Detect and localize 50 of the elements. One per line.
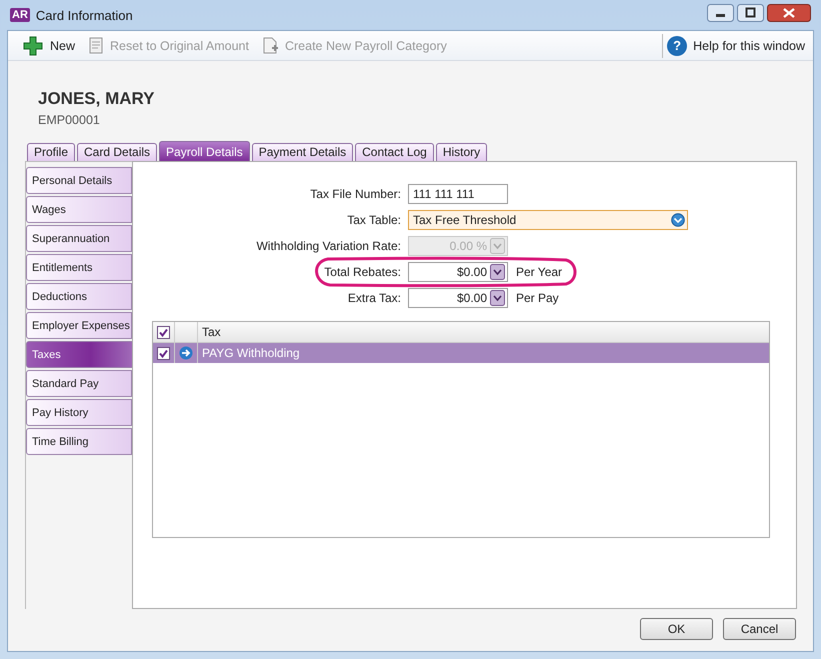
side-tab[interactable]: Standard Pay (26, 370, 132, 397)
field-label: Withholding Variation Rate: (255, 239, 401, 253)
unit-label: Per Year (515, 265, 562, 279)
side-tab[interactable]: Pay History (26, 399, 132, 426)
employee-id: EMP00001 (38, 113, 101, 127)
tab[interactable]: Profile (27, 143, 76, 161)
dropdown-field[interactable]: Tax Free Threshold (408, 210, 688, 230)
side-tab[interactable]: Entitlements (26, 254, 132, 281)
side-tab[interactable]: Deductions (26, 283, 132, 310)
side-tab[interactable]: Taxes (26, 341, 134, 368)
new-button[interactable]: New (20, 32, 78, 58)
window-title: Card Information (36, 8, 133, 22)
checkbox[interactable] (157, 346, 170, 360)
tab[interactable]: Card Details (77, 143, 158, 161)
minimize-icon[interactable] (707, 4, 734, 22)
dialog-button[interactable]: Cancel (723, 618, 796, 640)
field-label: Total Rebates: (323, 265, 401, 279)
column-header: Tax (201, 324, 222, 341)
new-document-icon (262, 37, 279, 54)
side-tab[interactable]: Superannuation (26, 225, 132, 252)
checkbox[interactable] (157, 326, 170, 338)
caret-icon (490, 238, 505, 254)
arrow-right-icon[interactable] (179, 346, 193, 360)
document-icon (89, 37, 104, 54)
chevron-down-icon (671, 213, 685, 227)
dialog-button[interactable]: OK (640, 618, 713, 640)
tab[interactable]: Payment Details (252, 143, 354, 161)
side-tab[interactable]: Personal Details (26, 167, 132, 194)
app-logo: AR (10, 8, 30, 22)
input-field[interactable]: $0.00 (408, 262, 508, 282)
close-icon[interactable] (767, 4, 811, 22)
table-cell-text: PAYG Withholding (201, 345, 301, 362)
side-tab[interactable]: Time Billing (26, 428, 132, 455)
side-tab[interactable]: Employer Expenses (26, 312, 132, 339)
maximize-icon[interactable] (737, 4, 764, 22)
employee-name: JONES, MARY (38, 89, 156, 109)
caret-icon (490, 290, 505, 306)
side-tab[interactable]: Wages (26, 196, 132, 223)
caret-icon (490, 264, 505, 280)
field-label: Tax File Number: (309, 187, 401, 201)
field-label: Tax Table: (346, 213, 401, 227)
help-button[interactable]: ? Help for this window (662, 34, 807, 58)
input-field[interactable]: 111 111 111 (408, 184, 508, 204)
plus-icon (22, 34, 44, 56)
tab[interactable]: History (436, 143, 488, 161)
tab[interactable]: Contact Log (355, 143, 434, 161)
unit-label: Per Pay (515, 291, 559, 305)
input-field[interactable]: $0.00 (408, 288, 508, 308)
field-label: Extra Tax: (346, 291, 401, 305)
tab[interactable]: Payroll Details (159, 141, 250, 161)
